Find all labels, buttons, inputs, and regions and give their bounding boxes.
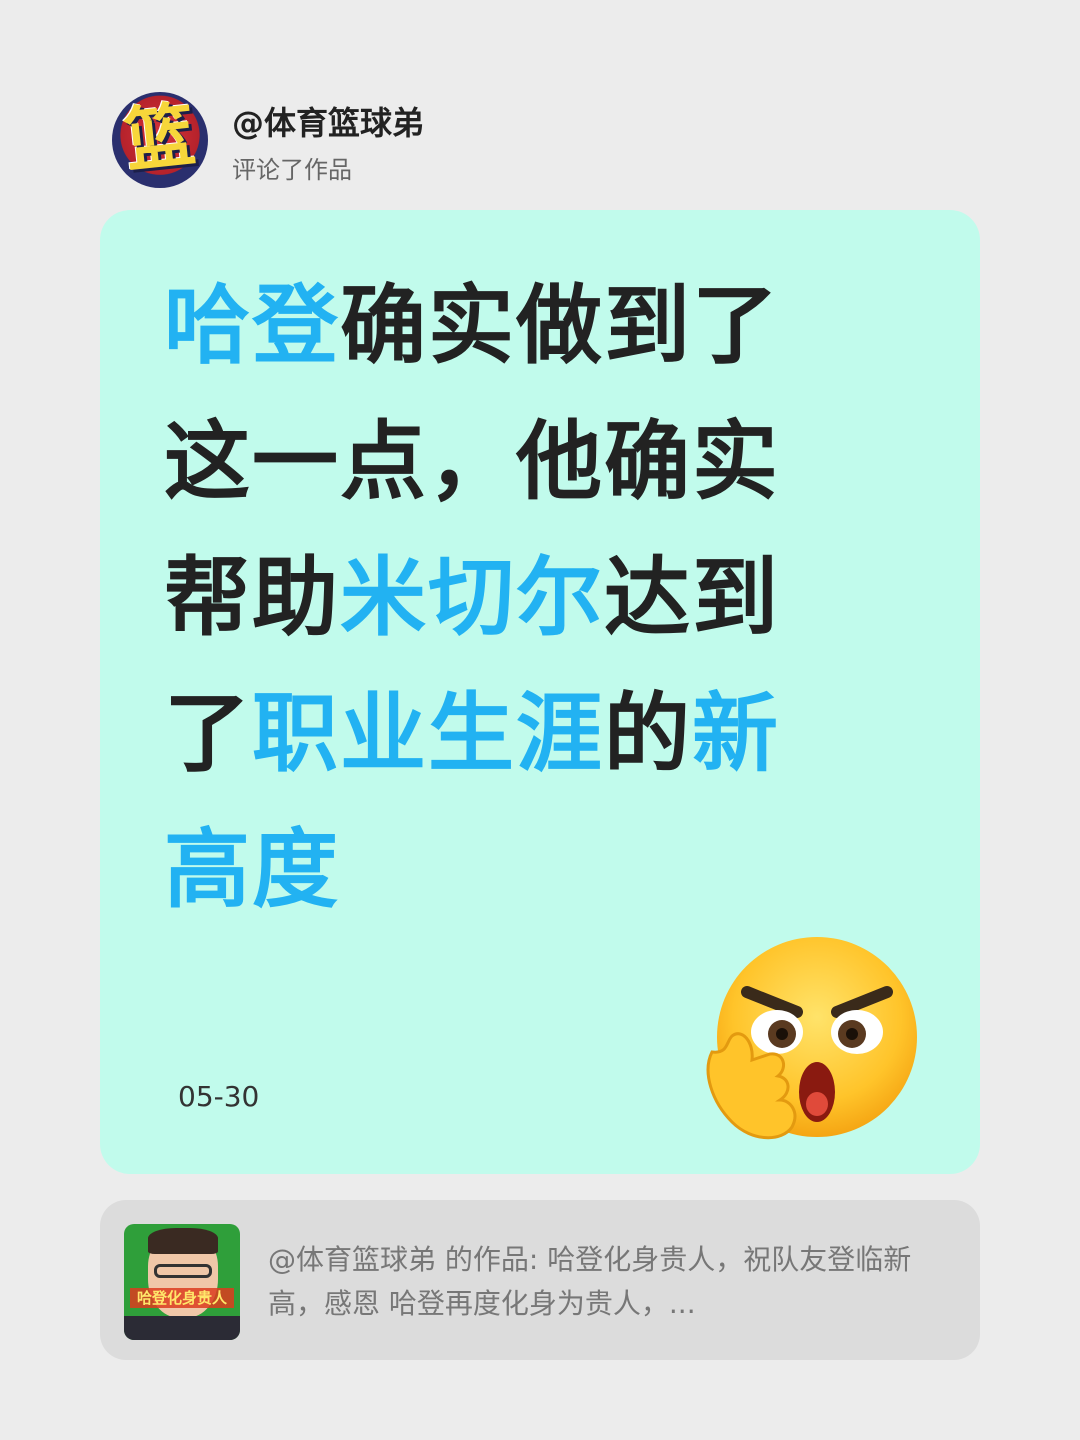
comment-segment: 职业生涯 xyxy=(252,684,604,784)
comment-header: 篮 @体育篮球弟 评论了作品 xyxy=(112,92,812,188)
comment-date: 05-30 xyxy=(178,1080,260,1113)
comment-segment: 哈登 xyxy=(164,276,340,376)
person-hair xyxy=(148,1228,218,1254)
avatar-logo: 篮 xyxy=(120,93,200,183)
user-avatar[interactable]: 篮 xyxy=(112,92,208,188)
glasses-icon xyxy=(154,1264,212,1278)
comment-action-label: 评论了作品 xyxy=(232,156,352,184)
referenced-post-text: @体育篮球弟 的作品: 哈登化身贵人，祝队友登临新高，感恩 哈登再度化身为贵人，… xyxy=(268,1243,912,1320)
thinking-angry-face-emoji xyxy=(706,937,917,1140)
thumbnail-banner: 哈登化身贵人 xyxy=(130,1288,234,1308)
username[interactable]: @体育篮球弟 xyxy=(232,98,424,144)
comment-segment: 的 xyxy=(604,684,692,784)
comment-segment: 米切尔 xyxy=(340,548,604,648)
post-thumbnail[interactable]: 哈登化身贵人 xyxy=(124,1224,240,1340)
comment-text: 哈登确实做到了这一点，他确实帮助米切尔达到了职业生涯的新高度 xyxy=(164,258,864,938)
referenced-post[interactable]: 哈登化身贵人 @体育篮球弟 的作品: 哈登化身贵人，祝队友登临新高，感恩 哈登再… xyxy=(100,1200,980,1360)
comment-card: 哈登确实做到了这一点，他确实帮助米切尔达到了职业生涯的新高度 05-30 xyxy=(100,210,980,1174)
person-shirt xyxy=(124,1316,240,1340)
